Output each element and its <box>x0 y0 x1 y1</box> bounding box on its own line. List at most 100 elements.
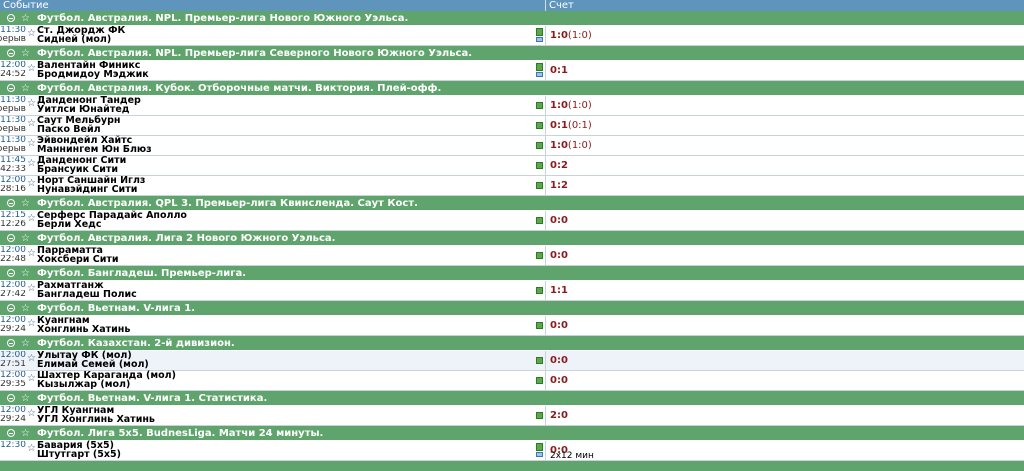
away-team[interactable]: Маннингем Юн Блюз <box>37 145 152 155</box>
stats-icon[interactable] <box>536 217 543 224</box>
star-icon[interactable]: ☆ <box>21 81 30 96</box>
event-row[interactable]: 12:00 27:51 ☆ Улытау ФК (мол) Елимай Семей (… <box>0 351 1024 371</box>
league-title[interactable]: Футбол. Лига 5х5. BudnesLiga. Матчи 24 м… <box>37 426 323 441</box>
event-row[interactable]: 11:30Перерыв☆Эйвондейл ХайтсМаннингем Юн… <box>0 136 1024 156</box>
star-icon[interactable]: ☆ <box>21 301 30 316</box>
score[interactable]: 0:2 <box>550 160 568 171</box>
event-row[interactable]: 11:45 42:33 ☆ Данденонг Сити Брансуик Сити 0:… <box>0 156 1024 176</box>
star-icon[interactable]: ☆ <box>21 231 30 246</box>
stats-icon[interactable] <box>536 412 543 419</box>
score[interactable]: 2:0 <box>550 410 568 421</box>
league-title[interactable]: Футбол. Вьетнам. V-лига 1. <box>37 301 195 316</box>
score[interactable]: 0:0 <box>550 250 568 261</box>
star-icon[interactable]: ☆ <box>21 336 30 351</box>
star-icon[interactable]: ☆ <box>27 179 36 189</box>
star-icon[interactable]: ☆ <box>27 374 36 384</box>
league-header[interactable]: ☆ Футбол. Казахстан. 2-й дивизион. <box>0 336 1024 351</box>
event-row[interactable]: 12:15 12:26 ☆ Серферс Парадайс Аполло Берли … <box>0 211 1024 231</box>
star-icon[interactable]: ☆ <box>21 391 30 406</box>
collapse-circle-icon[interactable] <box>7 429 15 437</box>
league-title[interactable]: Футбол. Австралия. NPL. Премьер-лига Нов… <box>37 11 408 26</box>
league-header[interactable]: ☆ Футбол. Лига 5х5. BudnesLiga. Матчи 24 … <box>0 426 1024 441</box>
league-header[interactable]: ☆ Футбол. Австралия. Кубок. Отборочные ма… <box>0 81 1024 96</box>
stats-icon[interactable] <box>536 287 543 294</box>
event-row[interactable]: 12:30 ☆ Бавария (5х5) Штутгарт (5х5) 0:0 2х12… <box>0 441 1024 461</box>
away-team[interactable]: УГЛ Хонглинь Хатинь <box>37 415 155 425</box>
collapse-circle-icon[interactable] <box>7 234 15 242</box>
stats-icon[interactable] <box>536 63 543 71</box>
event-row[interactable]: 12:00 29:24 ☆ Куангнам Хонглинь Хатинь 0:0 <box>0 316 1024 336</box>
stats-icon[interactable] <box>536 252 543 259</box>
star-icon[interactable]: ☆ <box>27 119 36 129</box>
score[interactable]: 0:1 <box>550 65 568 76</box>
league-header[interactable]: ☆ Футбол. Бангладеш. Премьер-лига. <box>0 266 1024 281</box>
league-title[interactable]: Футбол. Бангладеш. Премьер-лига. <box>37 266 246 281</box>
league-title[interactable]: Футбол. Вьетнам. V-лига 1. Статистика. <box>37 391 267 406</box>
league-header[interactable]: ☆ Футбол. Вьетнам. V-лига 1. <box>0 301 1024 316</box>
event-row[interactable]: 11:30Перерыв☆Ст. Джордж ФКСидней (мол)1:… <box>0 26 1024 46</box>
collapse-circle-icon[interactable] <box>7 14 15 22</box>
tv-icon[interactable] <box>536 37 543 42</box>
star-icon[interactable]: ☆ <box>27 249 36 259</box>
away-team[interactable]: Уитлси Юнайтед <box>37 105 129 115</box>
event-row[interactable]: 12:00 29:24 ☆ УГЛ Куангнам УГЛ Хонглинь Хати… <box>0 406 1024 426</box>
away-team[interactable]: Бродмидоу Мэджик <box>37 70 149 80</box>
stats-icon[interactable] <box>536 182 543 189</box>
stats-icon[interactable] <box>536 443 543 451</box>
stats-icon[interactable] <box>536 322 543 329</box>
star-icon[interactable]: ☆ <box>27 444 36 454</box>
star-icon[interactable]: ☆ <box>27 284 36 294</box>
star-icon[interactable]: ☆ <box>27 319 36 329</box>
score[interactable]: 0:1(0:1) <box>550 120 592 131</box>
score[interactable]: 0:0 <box>550 375 568 386</box>
star-icon[interactable]: ☆ <box>21 426 30 441</box>
star-icon[interactable]: ☆ <box>27 409 36 419</box>
stats-icon[interactable] <box>536 357 543 364</box>
collapse-circle-icon[interactable] <box>7 84 15 92</box>
league-header[interactable]: ☆ Футбол. Австралия. NPL. Премьер-лига Но… <box>0 11 1024 26</box>
event-row[interactable]: 11:30Перерыв☆Саут МельбурнПаско Вейл0:1(… <box>0 116 1024 136</box>
score[interactable]: 0:0 <box>550 215 568 226</box>
stats-icon[interactable] <box>536 122 543 129</box>
star-icon[interactable]: ☆ <box>27 354 36 364</box>
collapse-circle-icon[interactable] <box>7 339 15 347</box>
league-title[interactable]: Футбол. Австралия. Кубок. Отборочные мат… <box>37 81 441 96</box>
star-icon[interactable]: ☆ <box>27 214 36 224</box>
stats-icon[interactable] <box>536 142 543 149</box>
score[interactable]: 1:0(1:0) <box>550 140 592 151</box>
event-row[interactable]: 12:00 27:42 ☆ Рахматганж Бангладеш Полис 1:1 <box>0 281 1024 301</box>
league-header[interactable]: ☆ Футбол. Вьетнам. V-лига 1. Статистика. <box>0 391 1024 406</box>
stats-icon[interactable] <box>536 28 543 36</box>
star-icon[interactable]: ☆ <box>27 159 36 169</box>
collapse-circle-icon[interactable] <box>7 304 15 312</box>
star-icon[interactable]: ☆ <box>27 139 36 149</box>
event-row[interactable]: 12:00 24:52 ☆ Валентайн Финикс Бродмидоу Мэд… <box>0 61 1024 81</box>
score[interactable]: 0:0 <box>550 355 568 366</box>
star-icon[interactable]: ☆ <box>27 29 36 39</box>
star-icon[interactable]: ☆ <box>21 196 30 211</box>
away-team[interactable]: Сидней (мол) <box>37 35 111 45</box>
league-title[interactable]: Футбол. Австралия. NPL. Премьер-лига Сев… <box>37 46 472 61</box>
event-row[interactable]: 12:00 29:35 ☆ Шахтер Караганда (мол) Кызылжа… <box>0 371 1024 391</box>
stats-icon[interactable] <box>536 377 543 384</box>
away-team[interactable]: Брансуик Сити <box>37 165 118 175</box>
away-team[interactable]: Хонглинь Хатинь <box>37 325 130 335</box>
league-header[interactable]: ☆ Футбол. Австралия. Лига 2 Нового Южного… <box>0 231 1024 246</box>
away-team[interactable]: Кызылжар (мол) <box>37 380 130 390</box>
star-icon[interactable]: ☆ <box>21 266 30 281</box>
star-icon[interactable]: ☆ <box>21 11 30 26</box>
score[interactable]: 1:1 <box>550 285 568 296</box>
star-icon[interactable]: ☆ <box>27 64 36 74</box>
collapse-circle-icon[interactable] <box>7 199 15 207</box>
score[interactable]: 0:0 <box>550 320 568 331</box>
stats-icon[interactable] <box>536 162 543 169</box>
away-team[interactable]: Елимай Семей (мол) <box>37 360 149 370</box>
league-title[interactable]: Футбол. Казахстан. 2-й дивизион. <box>37 336 235 351</box>
away-team[interactable]: Хоксбери Сити <box>37 255 119 265</box>
away-team[interactable]: Паско Вейл <box>37 125 101 135</box>
league-title[interactable]: Футбол. Австралия. Лига 2 Нового Южного … <box>37 231 335 246</box>
event-row[interactable]: 12:00 22:48 ☆ Парраматта Хоксбери Сити 0:0 <box>0 246 1024 266</box>
league-header[interactable]: ☆ Футбол. Австралия. NPL. Премьер-лига Се… <box>0 46 1024 61</box>
away-team[interactable]: Бангладеш Полис <box>37 290 137 300</box>
collapse-circle-icon[interactable] <box>7 269 15 277</box>
